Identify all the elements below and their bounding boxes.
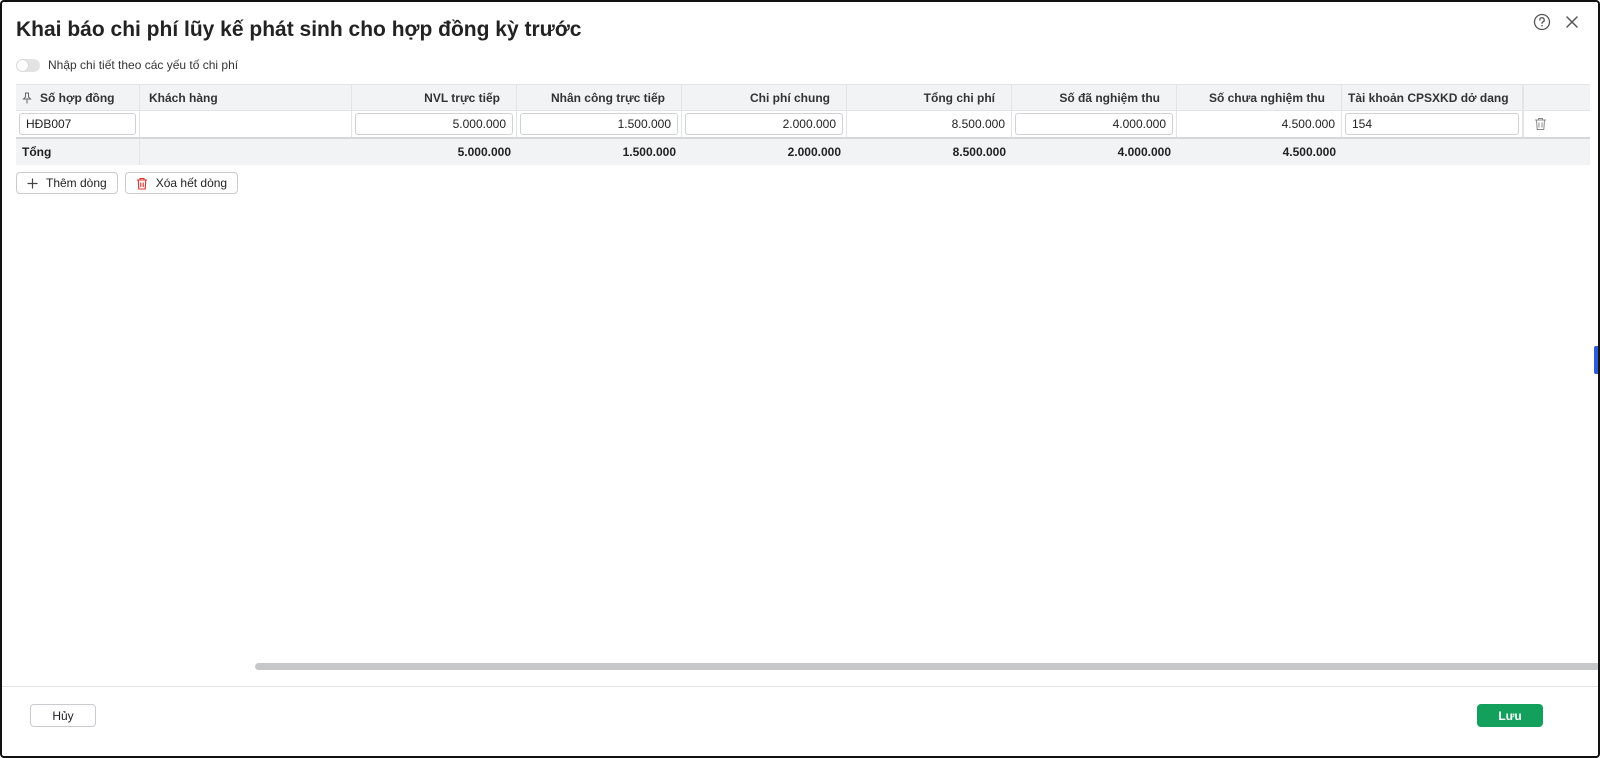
cost-grid: Số hợp đồng Khách hàng NVL trực tiếp Nhâ… <box>16 84 1590 165</box>
add-row-button[interactable]: Thêm dòng <box>16 172 118 194</box>
detail-toggle-switch[interactable] <box>16 58 40 72</box>
dialog-title: Khai báo chi phí lũy kế phát sinh cho hợ… <box>16 18 582 41</box>
totals-accepted: 4.000.000 <box>1117 145 1171 159</box>
footer-divider <box>2 686 1598 687</box>
totals-wip-account <box>1342 139 1523 165</box>
trash-red-icon <box>136 177 148 190</box>
column-header-wip-account[interactable]: Tài khoản CPSXKD dở dang <box>1342 85 1523 110</box>
horizontal-scrollbar[interactable] <box>255 663 1598 670</box>
totals-direct-material: 5.000.000 <box>457 145 511 159</box>
customer-cell[interactable] <box>140 111 352 137</box>
dialog: Khai báo chi phí lũy kế phát sinh cho hợ… <box>0 0 1600 758</box>
column-header-contract-no[interactable]: Số hợp đồng <box>16 85 140 110</box>
overhead-input[interactable]: 2.000.000 <box>685 113 843 135</box>
totals-customer <box>140 139 352 165</box>
delete-row-cell <box>1523 111 1556 137</box>
total-cost-cell: 8.500.000 <box>847 111 1012 137</box>
totals-total-cost: 8.500.000 <box>952 145 1006 159</box>
plus-icon <box>27 177 38 189</box>
totals-not-accepted: 4.500.000 <box>1282 145 1336 159</box>
close-icon[interactable] <box>1562 12 1582 32</box>
detail-toggle-row: Nhập chi tiết theo các yếu tố chi phí <box>16 58 238 72</box>
totals-row: Tổng 5.000.000 1.500.000 2.000.000 8.500… <box>16 139 1590 165</box>
dialog-top-icons <box>1532 12 1582 32</box>
column-header-direct-material[interactable]: NVL trực tiếp <box>352 85 517 110</box>
direct-material-input[interactable]: 5.000.000 <box>355 113 513 135</box>
wip-account-input[interactable]: 154 <box>1345 113 1519 135</box>
column-header-overhead[interactable]: Chi phí chung <box>682 85 847 110</box>
side-panel-tab[interactable] <box>1594 346 1598 374</box>
totals-direct-labor: 1.500.000 <box>622 145 676 159</box>
totals-actions <box>1523 139 1556 165</box>
accepted-input[interactable]: 4.000.000 <box>1015 113 1173 135</box>
row-actions: Thêm dòng Xóa hết dòng <box>16 172 239 194</box>
not-accepted-cell: 4.500.000 <box>1177 111 1342 137</box>
direct-labor-input[interactable]: 1.500.000 <box>520 113 678 135</box>
totals-overhead: 2.000.000 <box>787 145 841 159</box>
column-header-direct-labor[interactable]: Nhân công trực tiếp <box>517 85 682 110</box>
help-circle-icon[interactable] <box>1532 12 1552 32</box>
trash-icon[interactable] <box>1534 117 1547 131</box>
add-row-label: Thêm dòng <box>46 176 107 190</box>
column-header-customer[interactable]: Khách hàng <box>140 85 352 110</box>
column-header-actions <box>1523 85 1556 110</box>
save-button[interactable]: Lưu <box>1477 704 1543 727</box>
column-header-accepted[interactable]: Số đã nghiệm thu <box>1012 85 1177 110</box>
detail-toggle-label: Nhập chi tiết theo các yếu tố chi phí <box>48 58 239 72</box>
contract-no-input[interactable]: HĐB007 <box>19 113 136 135</box>
clear-rows-label: Xóa hết dòng <box>155 176 228 190</box>
pin-icon[interactable] <box>22 92 32 104</box>
column-header-not-accepted[interactable]: Số chưa nghiệm thu <box>1177 85 1342 110</box>
totals-label: Tổng <box>16 139 140 165</box>
column-header-total-cost[interactable]: Tổng chi phí <box>847 85 1012 110</box>
clear-rows-button[interactable]: Xóa hết dòng <box>124 172 239 194</box>
table-row: HĐB007 5.000.000 1.500.000 2.000.000 8.5… <box>16 111 1590 139</box>
grid-header-row: Số hợp đồng Khách hàng NVL trực tiếp Nhâ… <box>16 84 1590 111</box>
cancel-button[interactable]: Hủy <box>30 704 96 727</box>
